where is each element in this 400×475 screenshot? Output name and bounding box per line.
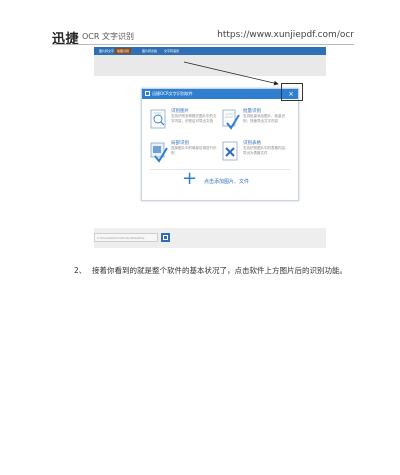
feature-recognize-table[interactable]: 识别表格 支持识别图片中的表格内容，导出为表格文件 (222, 139, 292, 169)
dialog-divider (150, 169, 290, 170)
feature-batch-recognize[interactable]: 批量识别 支持批量添加图片，批量识别，快速导出文字内容 (222, 107, 292, 137)
header-rule (52, 44, 354, 45)
feature-partial-recognize[interactable]: 局部识别 选择图片中的局部区域进行识别 (150, 139, 220, 169)
feature-desc: 选择图片中的局部区域进行识别 (171, 146, 217, 155)
brand-subtitle: OCR 文字识别 (82, 32, 134, 41)
browse-folder-icon[interactable] (161, 233, 170, 242)
menu-item-image-to-table[interactable]: 图片转表格 (140, 48, 159, 54)
batch-document-check-icon (222, 109, 240, 130)
website-url[interactable]: https://www.xunjiepdf.com/ocr (217, 30, 354, 40)
feature-recognize-image[interactable]: 识别图片 支持识别多种格式图片中的文字内容，识别后可导出文档 (150, 107, 220, 137)
step-text: 接着你看到的就是整个软件的基本状况了，点击软件上方图片后的识别功能。 (92, 266, 347, 275)
app-screenshot-bottom: C:\Users\Administrator\Desktop (94, 228, 326, 248)
path-field[interactable]: C:\Users\Administrator\Desktop (94, 233, 158, 242)
document-header: 迅捷 OCR 文字识别 https://www.xunjiepdf.com/oc… (52, 28, 354, 47)
partial-image-check-icon (150, 142, 168, 163)
dialog-titlebar: 迅捷OCR文字识别软件 × (142, 89, 298, 99)
feature-desc: 支持识别图片中的表格内容，导出为表格文件 (243, 146, 289, 155)
plus-icon: + (182, 168, 198, 189)
table-recognize-icon (222, 141, 238, 161)
add-file-label: 点击添加图片、文件 (204, 179, 250, 185)
feature-desc: 支持批量添加图片，批量识别，快速导出文字内容 (243, 114, 285, 123)
dialog-title: 迅捷OCR文字识别软件 (152, 91, 193, 96)
app-menu-bar: 图片转文字 截图识别 图片转表格 文字转语音 (94, 47, 326, 55)
ocr-dialog: 迅捷OCR文字识别软件 × 识别图片 支持识别多种格式图片中的文字内容，识别后可… (141, 88, 299, 201)
app-screenshot-top: 图片转文字 截图识别 图片转表格 文字转语音 (94, 47, 326, 76)
menu-item-text-to-speech[interactable]: 文字转语音 (162, 48, 181, 54)
feature-desc: 支持识别多种格式图片中的文字内容，识别后可导出文档 (171, 114, 217, 123)
image-recognize-icon (150, 109, 166, 129)
app-icon (145, 91, 150, 96)
menu-item-screenshot-ocr[interactable]: 截图识别 (115, 48, 132, 54)
menu-item-image-to-text[interactable]: 图片转文字 (97, 48, 116, 54)
step-number: 2、 (74, 266, 87, 275)
highlight-box (281, 83, 303, 101)
